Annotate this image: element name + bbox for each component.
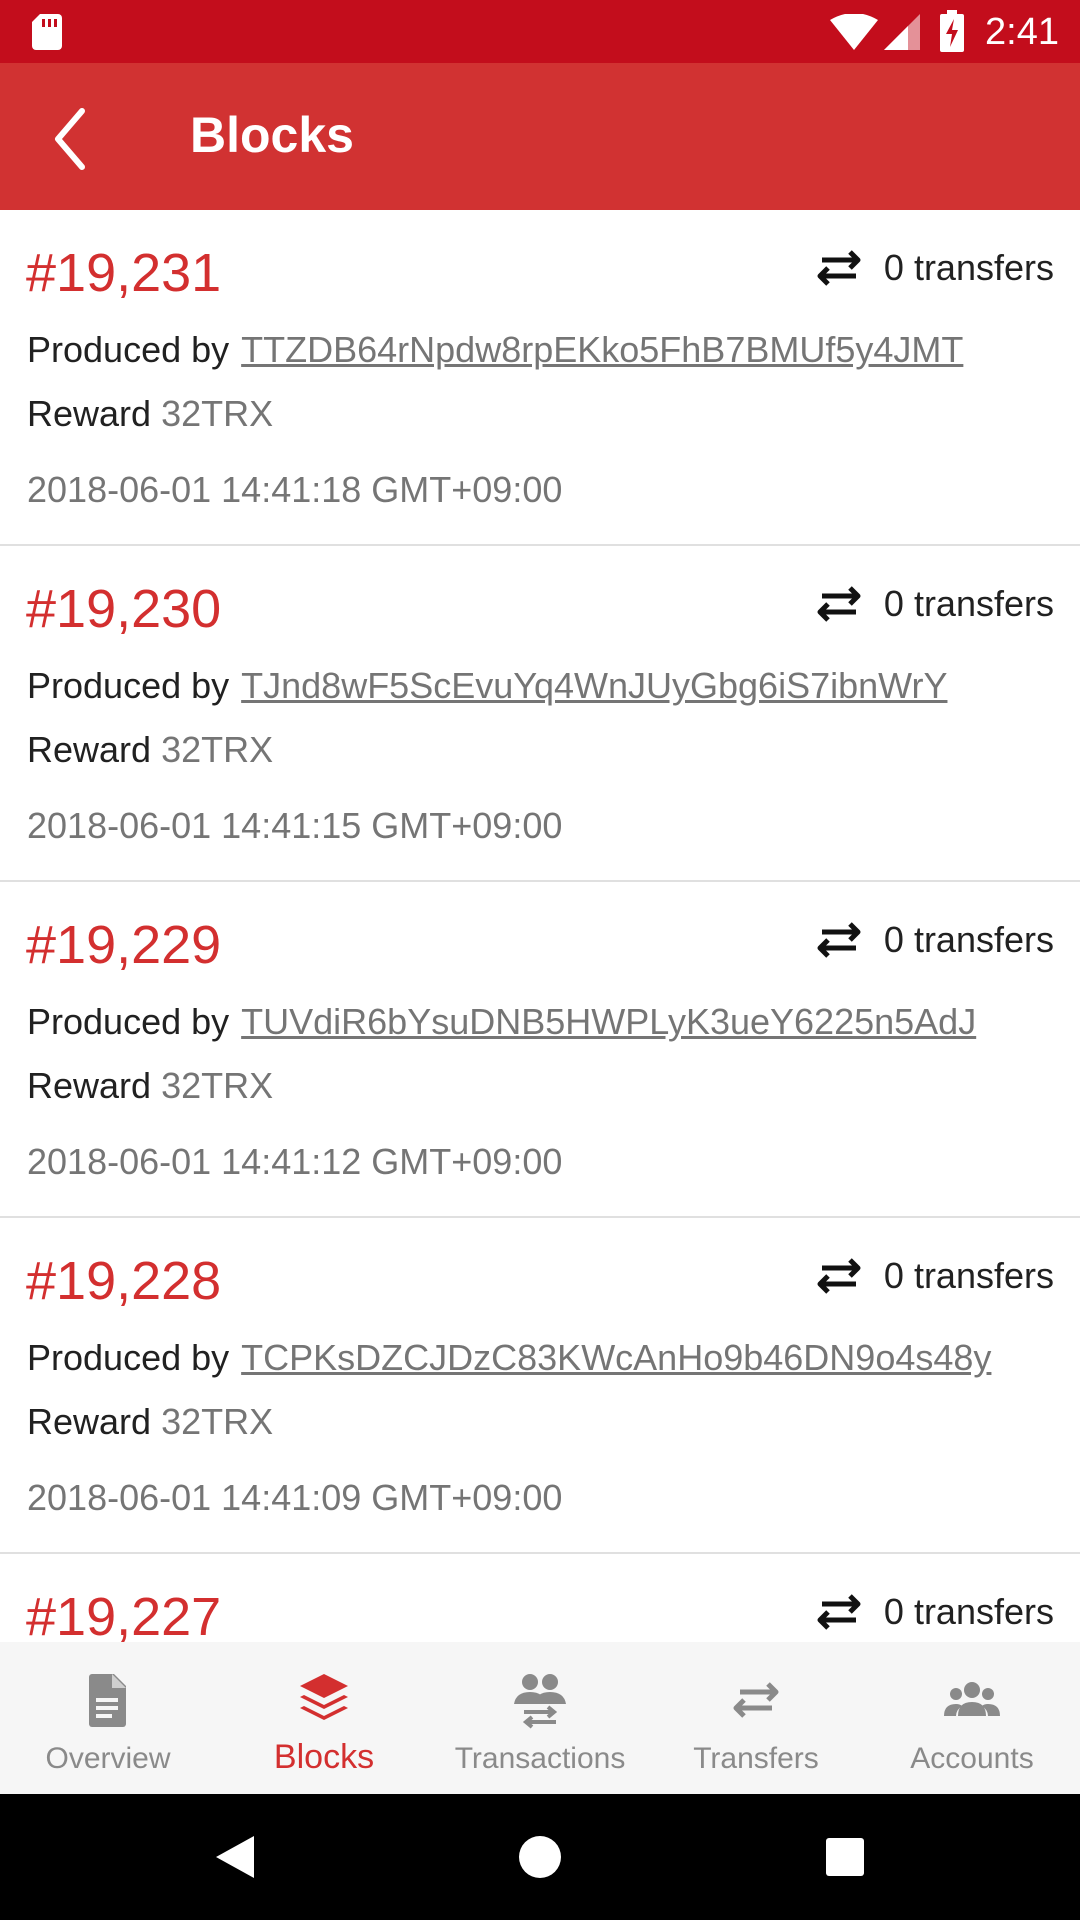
swap-arrows-icon <box>817 250 861 286</box>
block-card[interactable]: #19,227 0 transfers <box>0 1554 1080 1642</box>
reward-label: Reward <box>27 729 152 770</box>
nav-label: Accounts <box>910 1742 1034 1775</box>
reward-row: Reward 32TRX <box>27 1064 273 1108</box>
status-bar: 2:41 <box>0 0 1080 63</box>
reward-label: Reward <box>27 393 152 434</box>
transfers-count: 0 transfers <box>814 1590 1054 1634</box>
reward-value: 32TRX <box>161 729 274 770</box>
transfers-label: 0 transfers <box>883 1255 1054 1296</box>
wifi-icon <box>830 14 878 50</box>
battery-charging-icon <box>940 10 964 52</box>
layers-icon <box>300 1674 348 1720</box>
block-timestamp: 2018-06-01 14:41:09 GMT+09:00 <box>27 1477 563 1518</box>
chevron-left-icon <box>55 108 85 170</box>
producer-address-link[interactable]: TUVdiR6bYsuDNB5HWPLyK3ueY6225n5AdJ <box>241 1001 976 1042</box>
block-card[interactable]: #19,229 0 transfers Produced by TUVdiR6bY… <box>0 882 1080 1218</box>
reward-value: 32TRX <box>161 1065 274 1106</box>
nav-label: Transfers <box>693 1742 819 1775</box>
swap-arrows-icon <box>733 1682 779 1718</box>
transfers-count: 0 transfers <box>814 918 1054 962</box>
nav-item-transactions[interactable]: Transactions <box>432 1642 648 1794</box>
transfers-count: 0 transfers <box>814 246 1054 290</box>
back-button[interactable] <box>30 99 110 179</box>
produced-by-row: Produced by TTZDB64rNpdw8rpEKko5FhB7BMUf5… <box>27 328 963 372</box>
reward-row: Reward 32TRX <box>27 1400 273 1444</box>
nav-item-blocks[interactable]: Blocks <box>216 1642 432 1794</box>
nav-label: Blocks <box>273 1738 375 1776</box>
reward-label: Reward <box>27 1065 152 1106</box>
transfers-count: 0 transfers <box>814 1254 1054 1298</box>
people-swap-icon <box>514 1674 566 1729</box>
bottom-navigation: Overview Blocks Transactions Transfers A… <box>0 1642 1080 1794</box>
produced-by-label: Produced by <box>27 1001 230 1042</box>
screen: 2:41 Blocks #19,231 0 transfers Produced… <box>0 0 1080 1920</box>
block-timestamp: 2018-06-01 14:41:18 GMT+09:00 <box>27 469 563 510</box>
system-back-button[interactable] <box>210 1832 260 1882</box>
nav-label: Overview <box>45 1742 171 1775</box>
block-card[interactable]: #19,228 0 transfers Produced by TCPKsDZCJ… <box>0 1218 1080 1554</box>
nav-item-accounts[interactable]: Accounts <box>864 1642 1080 1794</box>
block-number[interactable]: #19,231 <box>26 242 221 304</box>
produced-by-label: Produced by <box>27 329 230 370</box>
sd-card-icon <box>32 14 62 50</box>
block-timestamp: 2018-06-01 14:41:12 GMT+09:00 <box>27 1141 563 1182</box>
produced-by-row: Produced by TJnd8wF5ScEvuYq4WnJUyGbg6iS7i… <box>27 664 947 708</box>
transfers-label: 0 transfers <box>883 919 1054 960</box>
swap-arrows-icon <box>817 1258 861 1294</box>
producer-address-link[interactable]: TCPKsDZCJDzC83KWcAnHo9b46DN9o4s48y <box>241 1337 991 1378</box>
reward-value: 32TRX <box>161 1401 274 1442</box>
swap-arrows-icon <box>817 922 861 958</box>
block-number[interactable]: #19,230 <box>26 578 221 640</box>
group-icon <box>944 1682 1000 1716</box>
reward-row: Reward 32TRX <box>27 728 273 772</box>
produced-by-label: Produced by <box>27 1337 230 1378</box>
nav-item-transfers[interactable]: Transfers <box>648 1642 864 1794</box>
producer-address-link[interactable]: TTZDB64rNpdw8rpEKko5FhB7BMUf5y4JMT <box>241 329 963 370</box>
block-number[interactable]: #19,229 <box>26 914 221 976</box>
nav-label: Transactions <box>454 1742 626 1775</box>
block-card[interactable]: #19,231 0 transfers Produced by TTZDB64rN… <box>0 210 1080 546</box>
block-number[interactable]: #19,227 <box>26 1586 221 1642</box>
swap-arrows-icon <box>817 1594 861 1630</box>
reward-row: Reward 32TRX <box>27 392 273 436</box>
produced-by-label: Produced by <box>27 665 230 706</box>
system-navigation-bar <box>0 1794 1080 1920</box>
system-recents-button[interactable] <box>820 1832 870 1882</box>
block-card[interactable]: #19,230 0 transfers Produced by TJnd8wF5S… <box>0 546 1080 882</box>
transfers-label: 0 transfers <box>883 583 1054 624</box>
produced-by-row: Produced by TCPKsDZCJDzC83KWcAnHo9b46DN9o… <box>27 1336 991 1380</box>
transfers-label: 0 transfers <box>883 247 1054 288</box>
page-title: Blocks <box>190 107 354 163</box>
signal-icon <box>884 14 920 50</box>
document-icon <box>89 1674 126 1727</box>
transfers-count: 0 transfers <box>814 582 1054 626</box>
producer-address-link[interactable]: TJnd8wF5ScEvuYq4WnJUyGbg6iS7ibnWrY <box>241 665 947 706</box>
produced-by-row: Produced by TUVdiR6bYsuDNB5HWPLyK3ueY6225… <box>27 1000 976 1044</box>
system-home-button[interactable] <box>515 1832 565 1882</box>
nav-item-overview[interactable]: Overview <box>0 1642 216 1794</box>
swap-arrows-icon <box>817 586 861 622</box>
transfers-label: 0 transfers <box>883 1591 1054 1632</box>
clock: 2:41 <box>985 11 1059 53</box>
block-list[interactable]: #19,231 0 transfers Produced by TTZDB64rN… <box>0 210 1080 1642</box>
app-bar: Blocks <box>0 63 1080 210</box>
reward-label: Reward <box>27 1401 152 1442</box>
block-number[interactable]: #19,228 <box>26 1250 221 1312</box>
reward-value: 32TRX <box>161 393 274 434</box>
block-timestamp: 2018-06-01 14:41:15 GMT+09:00 <box>27 805 563 846</box>
